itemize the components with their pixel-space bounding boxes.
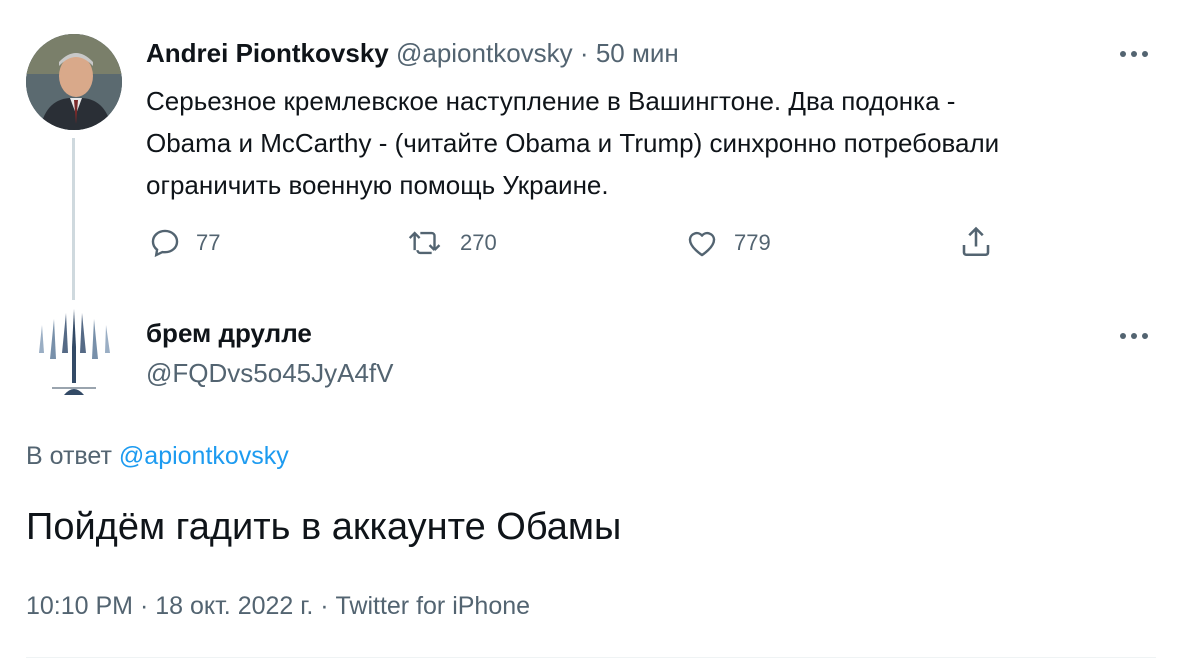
separator: ·	[320, 592, 329, 620]
share-icon	[962, 226, 990, 257]
replying-to: В ответ @apiontkovsky	[26, 442, 289, 471]
replying-to-handle[interactable]: @apiontkovsky	[119, 442, 289, 470]
display-name[interactable]: Andrei Piontkovsky	[146, 38, 389, 68]
more-icon[interactable]	[1120, 44, 1156, 64]
divider	[26, 657, 1156, 658]
thread-line	[72, 138, 75, 300]
share-button[interactable]	[958, 224, 994, 260]
like-button[interactable]: 779	[684, 226, 771, 260]
more-dot	[1131, 51, 1137, 57]
avatar-reply[interactable]	[26, 307, 122, 403]
reply-handle[interactable]: @FQDvs5o45JyA4fV	[146, 358, 393, 389]
retweet-count: 270	[460, 230, 497, 255]
reply-meta: 10:10 PM · 18 окт. 2022 г. · Twitter for…	[26, 592, 530, 621]
more-dot	[1120, 51, 1126, 57]
reply-count: 77	[196, 230, 221, 255]
reply-time[interactable]: 10:10 PM	[26, 592, 133, 620]
retweet-button[interactable]: 270	[406, 226, 497, 260]
reply-button[interactable]: 77	[148, 226, 220, 260]
like-count: 779	[734, 230, 771, 255]
separator: ·	[139, 592, 149, 620]
avatar-photo-icon	[26, 34, 122, 130]
more-dot	[1131, 333, 1137, 339]
reply-icon	[151, 229, 179, 258]
reply-display-name[interactable]: брем друлле	[146, 318, 312, 349]
tweet-text: Серьезное кремлевское наступление в Ваши…	[146, 80, 999, 206]
replying-to-prefix: В ответ	[26, 442, 112, 470]
avatar-original[interactable]	[26, 34, 122, 130]
more-dot	[1142, 333, 1148, 339]
like-icon	[688, 231, 716, 257]
more-dot	[1142, 51, 1148, 57]
more-dot	[1120, 333, 1126, 339]
retweet-icon	[408, 231, 441, 255]
reply-more-icon[interactable]	[1120, 326, 1156, 346]
handle[interactable]: @apiontkovsky	[396, 38, 573, 68]
separator: ·	[579, 38, 589, 68]
timestamp[interactable]: 50 мин	[596, 38, 679, 68]
tweet-text-line: Серьезное кремлевское наступление в Ваши…	[146, 86, 956, 116]
reply-text: Пойдём гадить в аккаунте Обамы	[26, 506, 622, 548]
avatar-illustration-icon	[26, 307, 122, 403]
tweet-header: Andrei Piontkovsky @apiontkovsky · 50 ми…	[146, 38, 679, 69]
reply-source[interactable]: Twitter for iPhone	[336, 592, 531, 620]
tweet-text-line: ограничить военную помощь Украине.	[146, 170, 609, 200]
tweet-text-line: Obama и McCarthy - (читайте Obama и Trum…	[146, 128, 1000, 158]
reply-date[interactable]: 18 окт. 2022 г.	[155, 592, 313, 620]
